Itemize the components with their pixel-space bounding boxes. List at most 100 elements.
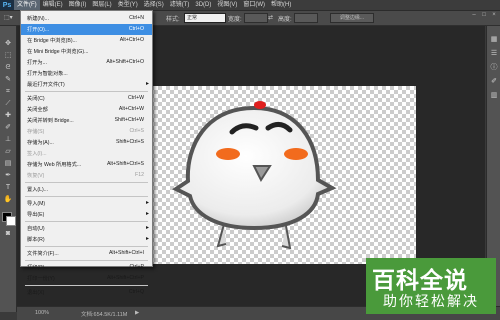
file-menu-item[interactable]: 打印一份(Y) Alt+Shift+Ctrl+P (21, 273, 152, 284)
menu-item-label: 导入(M) (27, 201, 46, 207)
file-menu-item[interactable]: 打印(P)... Ctrl+P (21, 262, 152, 273)
menu-3[interactable]: 图层(L) (89, 0, 114, 10)
menu-item-label: 打印(P)... (27, 265, 49, 271)
menu-item-shortcut: Alt+Shift+Ctrl+S (106, 161, 144, 167)
style-label: 样式: (166, 17, 180, 23)
menu-item-label: 恢复(V) (27, 173, 45, 179)
eraser-tool-icon[interactable]: ▱ (3, 148, 13, 156)
menu-0[interactable]: 文件(F) (14, 0, 40, 10)
file-menu-item[interactable]: 文件简介(F)... Alt+Shift+Ctrl+I (21, 248, 152, 259)
menu-4[interactable]: 类型(Y) (115, 0, 141, 10)
menu-item-label: 关闭全部 (27, 107, 48, 113)
file-menu-item[interactable]: 退出(X) Ctrl+Q (21, 287, 152, 298)
submenu-arrow-icon: ▸ (145, 225, 149, 231)
menu-separator (25, 221, 148, 222)
move-tool-icon[interactable]: ✥ (3, 40, 13, 48)
pen-tool-icon[interactable]: ✒ (3, 172, 13, 180)
menu-item-shortcut: Alt+Shift+Ctrl+O (106, 59, 144, 65)
file-menu-item[interactable]: 打开为... Alt+Shift+Ctrl+O (21, 57, 152, 68)
brush-panel-icon[interactable]: ✐ (489, 78, 499, 86)
menu-5[interactable]: 选择(S) (141, 0, 167, 10)
submenu-arrow-icon: ▸ (145, 236, 149, 242)
file-menu-item[interactable]: 在 Bridge 中浏览(B)... Alt+Ctrl+O (21, 35, 152, 46)
history-panel-icon[interactable]: ▦ (489, 36, 499, 44)
file-menu-item[interactable]: 关闭并转到 Bridge... Shift+Ctrl+W (21, 115, 152, 126)
menu-item-label: 存储为(A)... (27, 140, 54, 146)
file-menu-item[interactable]: 打开(O)... Ctrl+O (21, 24, 152, 35)
menu-1[interactable]: 编辑(E) (40, 0, 66, 10)
file-menu-item[interactable]: 导入(M) ▸ (21, 198, 152, 209)
menu-item-label: 在 Bridge 中浏览(B)... (27, 38, 77, 44)
marquee-tool-icon[interactable]: ⬚ (3, 52, 13, 60)
menu-separator (25, 196, 148, 197)
menu-10[interactable]: 帮助(H) (268, 0, 294, 10)
left-leg (216, 223, 227, 248)
menu-8[interactable]: 视图(V) (214, 0, 240, 10)
quick-select-tool-icon[interactable]: ✎ (3, 76, 13, 84)
clone-stamp-tool-icon[interactable]: ⊥ (3, 136, 13, 144)
file-menu-item[interactable]: 存储为 Web 所用格式... Alt+Shift+Ctrl+S (21, 159, 152, 170)
hand-tool-icon[interactable]: ✋ (3, 196, 13, 204)
menu-item-shortcut: Alt+Shift+Ctrl+P (106, 275, 144, 281)
menu-item-label: 签入(I)... (27, 151, 47, 157)
layers-panel-icon[interactable]: ▥ (489, 92, 499, 100)
menu-separator (25, 285, 148, 286)
file-menu-item[interactable]: 脚本(R) ▸ (21, 234, 152, 245)
file-menu-item[interactable]: 自动(U) ▸ (21, 223, 152, 234)
file-menu-item[interactable]: 关闭全部 Alt+Ctrl+W (21, 104, 152, 115)
width-field[interactable] (244, 13, 268, 23)
background-color-swatch[interactable] (6, 216, 16, 226)
menu-item-shortcut: Alt+Ctrl+O (119, 37, 144, 43)
height-field[interactable] (294, 13, 318, 23)
bird-illustration (172, 101, 337, 250)
submenu-arrow-icon: ▸ (145, 200, 149, 206)
file-menu-item[interactable]: 关闭(C) Ctrl+W (21, 93, 152, 104)
close-icon[interactable]: × (490, 12, 498, 19)
quick-mask-icon[interactable]: ◙ (3, 230, 13, 238)
swap-icon[interactable]: ⇄ (268, 14, 273, 21)
file-menu-item[interactable]: 存储为(A)... Shift+Ctrl+S (21, 137, 152, 148)
marquee-tool-icon[interactable]: ⬚▾ (4, 14, 13, 21)
menu-9[interactable]: 窗口(W) (240, 0, 268, 10)
zoom-level[interactable]: 100% (35, 310, 49, 316)
status-arrow-icon[interactable]: ▶ (135, 310, 139, 316)
menu-2[interactable]: 图像(I) (66, 0, 90, 10)
canvas[interactable] (146, 86, 416, 264)
minimize-icon[interactable]: – (470, 12, 478, 19)
refine-edge-button[interactable]: 调整边缘... (330, 13, 374, 23)
text-tool-icon[interactable]: T (3, 184, 13, 192)
menu-7[interactable]: 3D(D) (192, 0, 214, 10)
menu-item-label: 打开为... (27, 60, 47, 66)
file-menu-item[interactable]: 打开为智能对象... (21, 68, 152, 79)
menu-item-shortcut: Ctrl+O (128, 26, 144, 32)
menu-item-shortcut: F12 (135, 172, 144, 178)
gradient-tool-icon[interactable]: ▤ (3, 160, 13, 168)
file-menu-item[interactable]: 置入(L)... (21, 184, 152, 195)
properties-panel-icon[interactable]: ☰ (489, 50, 499, 58)
maximize-icon[interactable]: □ (480, 12, 488, 19)
file-menu-item[interactable]: 最近打开文件(T) ▸ (21, 79, 152, 90)
menu-item-shortcut: Ctrl+Q (128, 289, 144, 295)
menu-6[interactable]: 滤镜(T) (167, 0, 193, 10)
crop-tool-icon[interactable]: ⌗ (3, 88, 13, 96)
style-select[interactable]: 正常 (184, 13, 226, 23)
menu-item-shortcut: Ctrl+N (129, 15, 144, 21)
watermark-title: 百科全说 (372, 268, 468, 294)
eyedropper-tool-icon[interactable]: ⟋ (3, 100, 13, 108)
lasso-tool-icon[interactable]: ᘓ (3, 64, 13, 72)
left-cheek (216, 148, 240, 160)
file-menu-item[interactable]: 在 Mini Bridge 中浏览(G)... (21, 46, 152, 57)
menu-item-label: 脚本(R) (27, 237, 45, 243)
healing-brush-tool-icon[interactable]: ✚ (3, 112, 13, 120)
file-menu-item: 签入(I)... (21, 148, 152, 159)
menu-item-label: 打开为智能对象... (27, 71, 68, 77)
right-cheek (284, 148, 308, 160)
file-menu-item[interactable]: 新建(N)... Ctrl+N (21, 13, 152, 24)
menu-item-shortcut: Shift+Ctrl+S (116, 139, 144, 145)
info-panel-icon[interactable]: ⓘ (489, 64, 499, 72)
menu-item-label: 文件简介(F)... (27, 251, 59, 257)
file-menu-item[interactable]: 导出(E) ▸ (21, 209, 152, 220)
brush-tool-icon[interactable]: ✐ (3, 124, 13, 132)
watermark-subtitle: 助你轻松解决 (383, 294, 479, 310)
menu-separator (25, 260, 148, 261)
